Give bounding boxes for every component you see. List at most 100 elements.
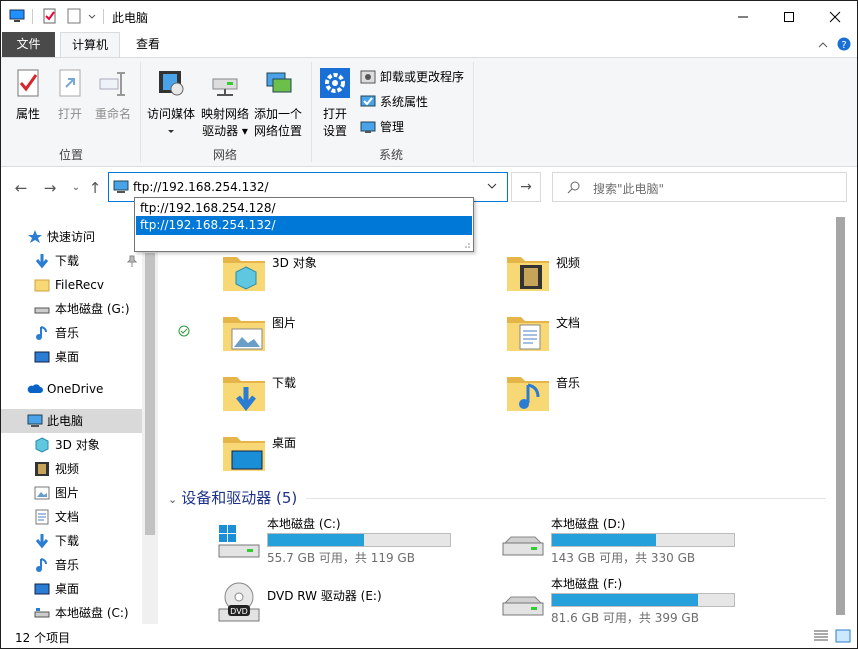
this-pc-icon: [9, 9, 25, 22]
uninstall-label: 卸载或更改程序: [380, 70, 465, 84]
go-button[interactable]: →: [511, 172, 541, 202]
search-icon: [567, 181, 580, 194]
drive-usage-fill: [268, 534, 365, 546]
properties-button[interactable]: 属性: [11, 67, 45, 123]
folder-videos[interactable]: 视频: [504, 249, 784, 305]
manage-icon: [360, 121, 376, 133]
close-button[interactable]: [812, 1, 857, 32]
search-placeholder: 搜索"此电脑": [593, 182, 665, 196]
nav-item-downloads[interactable]: 下载: [1, 249, 142, 273]
system-properties-button[interactable]: 系统属性: [358, 91, 428, 113]
nav-item-drive-c[interactable]: 本地磁盘 (C:): [1, 601, 142, 624]
nav-item-videos[interactable]: 视频: [1, 457, 142, 481]
nav-item-desktop[interactable]: 桌面: [1, 345, 142, 369]
pin-icon[interactable]: [127, 255, 137, 267]
cloud-icon: [27, 384, 43, 393]
uninstall-programs-button[interactable]: 卸载或更改程序: [358, 66, 464, 88]
manage-button[interactable]: 管理: [358, 116, 404, 138]
navigation-pane: 快速访问 下载 FileRecv 本地磁盘 (G:) 音乐 桌面 OneDriv…: [1, 209, 158, 624]
recent-locations-button[interactable]: ⌄: [67, 179, 85, 197]
drive-c[interactable]: 本地磁盘 (C:) 55.7 GB 可用，共 119 GB: [215, 515, 495, 571]
access-media-button[interactable]: 访问媒体: [146, 67, 196, 140]
item-count: 12 个项目: [15, 631, 71, 645]
folder-pictures[interactable]: 图片: [220, 309, 500, 365]
nav-item-pc-music[interactable]: 音乐: [1, 553, 142, 577]
this-pc-icon: [113, 180, 129, 193]
map-drive-label-2: 驱动器 ▾: [202, 124, 248, 138]
search-box[interactable]: 搜索"此电脑": [552, 172, 847, 202]
open-button[interactable]: 打开: [53, 67, 87, 123]
nav-quick-access[interactable]: 快速访问: [1, 225, 142, 249]
suggestion-item-selected[interactable]: ftp://192.168.254.132/: [136, 216, 472, 235]
up-arrow-icon: ↑: [88, 179, 102, 197]
nav-item-filerecv[interactable]: FileRecv: [1, 273, 142, 297]
nav-item-music[interactable]: 音乐: [1, 321, 142, 345]
nav-onedrive[interactable]: OneDrive: [1, 377, 142, 401]
properties-quick-icon[interactable]: [42, 8, 58, 24]
folder-documents[interactable]: 文档: [504, 309, 784, 365]
folder-name: 桌面: [272, 436, 297, 450]
tab-computer[interactable]: 计算机: [60, 32, 120, 57]
drive-d[interactable]: 本地磁盘 (D:) 143 GB 可用，共 330 GB: [499, 515, 779, 571]
folder-music[interactable]: 音乐: [504, 369, 784, 425]
add-location-label-1: 添加一个: [253, 107, 302, 121]
drive-e-dvd[interactable]: DVD DVD RW 驱动器 (E:): [215, 575, 495, 624]
chevron-down-icon[interactable]: [87, 8, 97, 24]
nav-label: 音乐: [55, 558, 80, 572]
chevron-down-icon[interactable]: [487, 183, 497, 191]
folder-desktop[interactable]: 桌面: [220, 429, 500, 485]
drive-usage-bar: [551, 593, 735, 607]
explorer-window: 此电脑 文件 计算机 查看 ? 属性 打开 重命名 位置 访问媒体 映射网络 驱…: [0, 0, 858, 649]
nav-item-documents[interactable]: 文档: [1, 505, 142, 529]
tab-file[interactable]: 文件: [2, 32, 55, 57]
drive-f[interactable]: 本地磁盘 (F:) 81.6 GB 可用，共 399 GB: [499, 575, 779, 624]
group-system-label: 系统: [379, 148, 404, 162]
folder-desktop-icon: [223, 437, 265, 471]
resize-grip-icon[interactable]: [463, 241, 471, 249]
devices-section-header[interactable]: ⌄ 设备和驱动器 (5): [168, 487, 297, 508]
details-view-icon[interactable]: [813, 629, 829, 643]
maximize-icon: [784, 11, 794, 22]
nav-label: 视频: [55, 462, 80, 476]
content-scrollbar[interactable]: [832, 209, 849, 624]
drive-info: 81.6 GB 可用，共 399 GB: [551, 611, 699, 624]
folder-downloads[interactable]: 下载: [220, 369, 500, 425]
chevron-down-icon: ⌄: [168, 493, 178, 506]
large-icons-view-icon[interactable]: [835, 629, 851, 643]
map-network-drive-button[interactable]: 映射网络 驱动器 ▾: [199, 67, 251, 140]
nav-item-pc-downloads[interactable]: 下载: [1, 529, 142, 553]
nav-item-pictures[interactable]: 图片: [1, 481, 142, 505]
nav-scrollbar[interactable]: [142, 209, 158, 624]
drive-name: 本地磁盘 (D:): [551, 517, 626, 531]
nav-item-3d-objects[interactable]: 3D 对象: [1, 433, 142, 457]
nav-label: FileRecv: [55, 278, 104, 292]
up-button[interactable]: ↑: [86, 179, 104, 197]
access-media-label: 访问媒体: [146, 107, 195, 121]
nav-item-pc-desktop[interactable]: 桌面: [1, 577, 142, 601]
forward-button[interactable]: →: [41, 179, 59, 197]
divider: [103, 9, 104, 24]
help-icon[interactable]: ?: [837, 37, 851, 51]
new-folder-quick-icon[interactable]: [66, 8, 82, 24]
nav-this-pc[interactable]: 此电脑: [1, 409, 142, 433]
address-suggestions: ftp://192.168.254.128/ ftp://192.168.254…: [134, 197, 474, 252]
tab-view[interactable]: 查看: [123, 32, 173, 57]
nav-label: 图片: [55, 486, 80, 500]
divider: [473, 62, 474, 162]
add-network-location-button[interactable]: 添加一个 网络位置: [252, 67, 304, 140]
open-settings-button[interactable]: 打开 设置: [317, 67, 353, 140]
dvd-drive-icon: DVD: [218, 582, 260, 622]
back-button[interactable]: ←: [12, 179, 30, 197]
nav-scrollbar-thumb[interactable]: [145, 253, 155, 535]
dvd-logo: DVD: [230, 607, 248, 616]
this-pc-icon: [27, 414, 43, 427]
folder-3d-objects[interactable]: 3D 对象: [220, 249, 500, 305]
rename-button[interactable]: 重命名: [93, 67, 133, 123]
nav-item-drive-g[interactable]: 本地磁盘 (G:): [1, 297, 142, 321]
maximize-button[interactable]: [766, 1, 812, 32]
content-scrollbar-thumb[interactable]: [836, 217, 845, 615]
address-input[interactable]: ftp://192.168.254.132/: [133, 180, 269, 194]
divider: [311, 62, 312, 162]
collapse-ribbon-icon[interactable]: [818, 40, 828, 50]
minimize-button[interactable]: [720, 1, 766, 32]
